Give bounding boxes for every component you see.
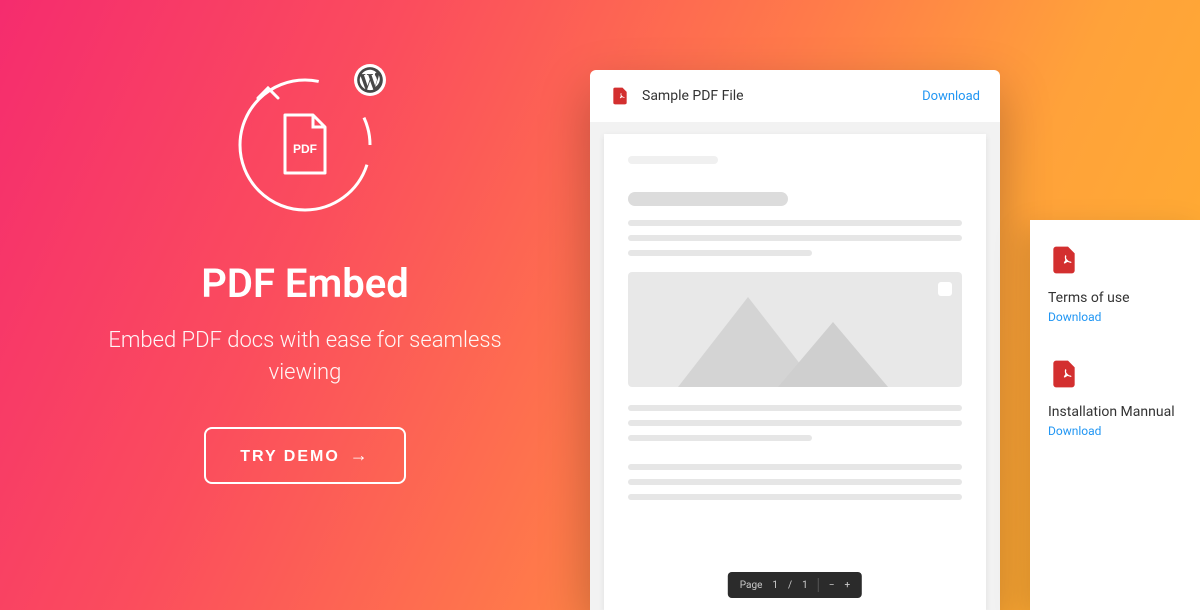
sidebar-item-title: Terms of use [1048,290,1182,306]
sidebar-item-title: Installation Mannual [1048,404,1182,420]
placeholder-line [628,464,962,470]
toolbar-page-label: Page [740,580,763,591]
toolbar-current-page: 1 [772,580,778,591]
sidebar-download-link[interactable]: Download [1048,310,1182,324]
toolbar-divider [818,578,819,592]
viewer-header: Sample PDF File Download [590,70,1000,122]
toolbar-separator: / [788,580,792,591]
pdf-page [604,134,986,610]
placeholder-line [628,479,962,485]
placeholder-line [628,405,962,411]
sidebar-item: Installation Mannual Download [1048,358,1182,438]
cta-label: TRY DEMO [240,448,340,465]
placeholder-line [628,435,812,441]
product-logo: PDF [230,70,380,220]
download-link[interactable]: Download [922,89,980,104]
zoom-out-icon[interactable]: − [829,580,835,591]
viewer-body: Page 1 / 1 − + [590,122,1000,610]
hero-subtitle: Embed PDF docs with ease for seamless vi… [85,325,525,389]
pdf-viewer-card: Sample PDF File Download Page 1 / 1 [590,70,1000,610]
pdf-file-icon [1048,358,1080,390]
placeholder-line [628,235,962,241]
placeholder-line [628,156,718,164]
viewer-title: Sample PDF File [642,88,910,104]
hero-content: PDF PDF Embed Embed PDF docs with ease f… [85,70,525,484]
svg-text:PDF: PDF [293,142,317,156]
toolbar-total-pages: 1 [802,580,808,591]
sidebar-item: Terms of use Download [1048,244,1182,324]
hero-title: PDF Embed [85,260,525,307]
placeholder-line [628,220,962,226]
pdf-toolbar[interactable]: Page 1 / 1 − + [728,572,862,598]
pdf-file-icon [610,86,630,106]
placeholder-image [628,272,962,387]
placeholder-line [628,420,962,426]
pdf-file-icon [1048,244,1080,276]
placeholder-line [628,250,812,256]
sidebar-download-link[interactable]: Download [1048,424,1182,438]
zoom-in-icon[interactable]: + [845,580,851,591]
documents-sidebar: Terms of use Download Installation Mannu… [1030,220,1200,610]
placeholder-title [628,192,788,206]
wordpress-badge-icon [354,64,386,96]
arrow-right-icon: → [350,445,370,465]
try-demo-button[interactable]: TRY DEMO → [204,427,406,484]
placeholder-line [628,494,962,500]
